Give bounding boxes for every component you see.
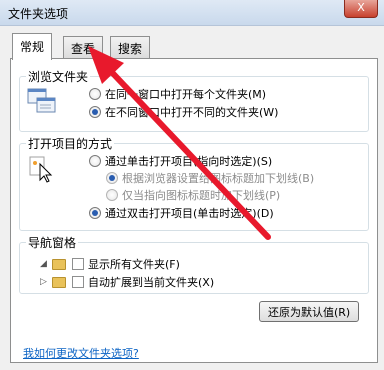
open-new-window-label: 在不同窗口中打开不同的文件夹(W) [105,106,279,119]
double-click-option[interactable]: 通过双击打开项目(单击时选定)(D) [89,205,274,221]
open-same-window-option[interactable]: 在同一窗口中打开每个文件夹(M) [89,86,266,102]
open-same-window-label: 在同一窗口中打开每个文件夹(M) [105,88,267,101]
collapsed-arrow-icon: ▷ [40,277,47,287]
underline-browser-label: 根据浏览器设置给图标标题加下划线(B) [122,172,315,185]
title-bar: 文件夹选项 X [0,0,384,26]
show-all-folders-option[interactable]: ◢ 显示所有文件夹(F) [40,256,180,272]
click-cursor-icon [29,156,53,183]
single-click-label: 通过单击打开项目(指向时选定)(S) [105,155,273,168]
underline-hover-radio[interactable] [106,189,118,201]
double-click-label: 通过双击打开项目(单击时选定)(D) [105,207,274,220]
navigation-pane-group: 导航窗格 ◢ 显示所有文件夹(F) ▷ 自动扩展到当前文件夹(X) [19,234,369,294]
restore-defaults-button[interactable]: 还原为默认值(R) [259,301,360,322]
open-items-legend: 打开项目的方式 [26,135,115,152]
browse-folders-group: 浏览文件夹 在同一窗口中打开每个文件夹(M) 在不同窗口中打开不同的文件夹(W) [19,68,369,132]
open-new-window-option[interactable]: 在不同窗口中打开不同的文件夹(W) [89,104,278,120]
auto-expand-checkbox[interactable] [72,276,84,288]
underline-browser-option[interactable]: 根据浏览器设置给图标标题加下划线(B) [106,170,314,186]
double-click-radio[interactable] [89,207,101,219]
show-all-folders-checkbox[interactable] [72,258,84,270]
browse-folders-legend: 浏览文件夹 [26,68,91,85]
single-click-option[interactable]: 通过单击打开项目(指向时选定)(S) [89,153,272,169]
folder-icon [52,276,66,288]
underline-browser-radio[interactable] [106,172,118,184]
underline-hover-label: 仅当指向图标标题时加下划线(P) [122,189,281,202]
auto-expand-option[interactable]: ▷ 自动扩展到当前文件夹(X) [40,274,214,290]
open-items-group: 打开项目的方式 通过单击打开项目(指向时选定)(S) 根据浏览器设置给图标标题加… [19,135,369,231]
open-same-window-radio[interactable] [89,88,101,100]
expanded-arrow-icon: ◢ [40,259,47,269]
tab-search[interactable]: 搜索 [110,36,151,58]
open-new-window-radio[interactable] [89,106,101,118]
tab-general[interactable]: 常规 [12,33,53,60]
single-click-radio[interactable] [89,155,101,167]
show-all-folders-label: 显示所有文件夹(F) [88,258,180,271]
underline-hover-option[interactable]: 仅当指向图标标题时加下划线(P) [106,187,280,203]
tab-view[interactable]: 查看 [63,36,104,58]
folder-windows-icon [27,88,56,113]
folder-icon [52,258,66,270]
navigation-pane-legend: 导航窗格 [26,234,79,251]
auto-expand-label: 自动扩展到当前文件夹(X) [88,276,215,289]
tab-panel-general: 浏览文件夹 在同一窗口中打开每个文件夹(M) 在不同窗口中打开不同的文件夹(W)… [10,58,378,363]
window-title: 文件夹选项 [8,7,69,21]
help-link[interactable]: 我如何更改文件夹选项? [23,345,139,361]
close-button[interactable]: X [344,0,378,18]
